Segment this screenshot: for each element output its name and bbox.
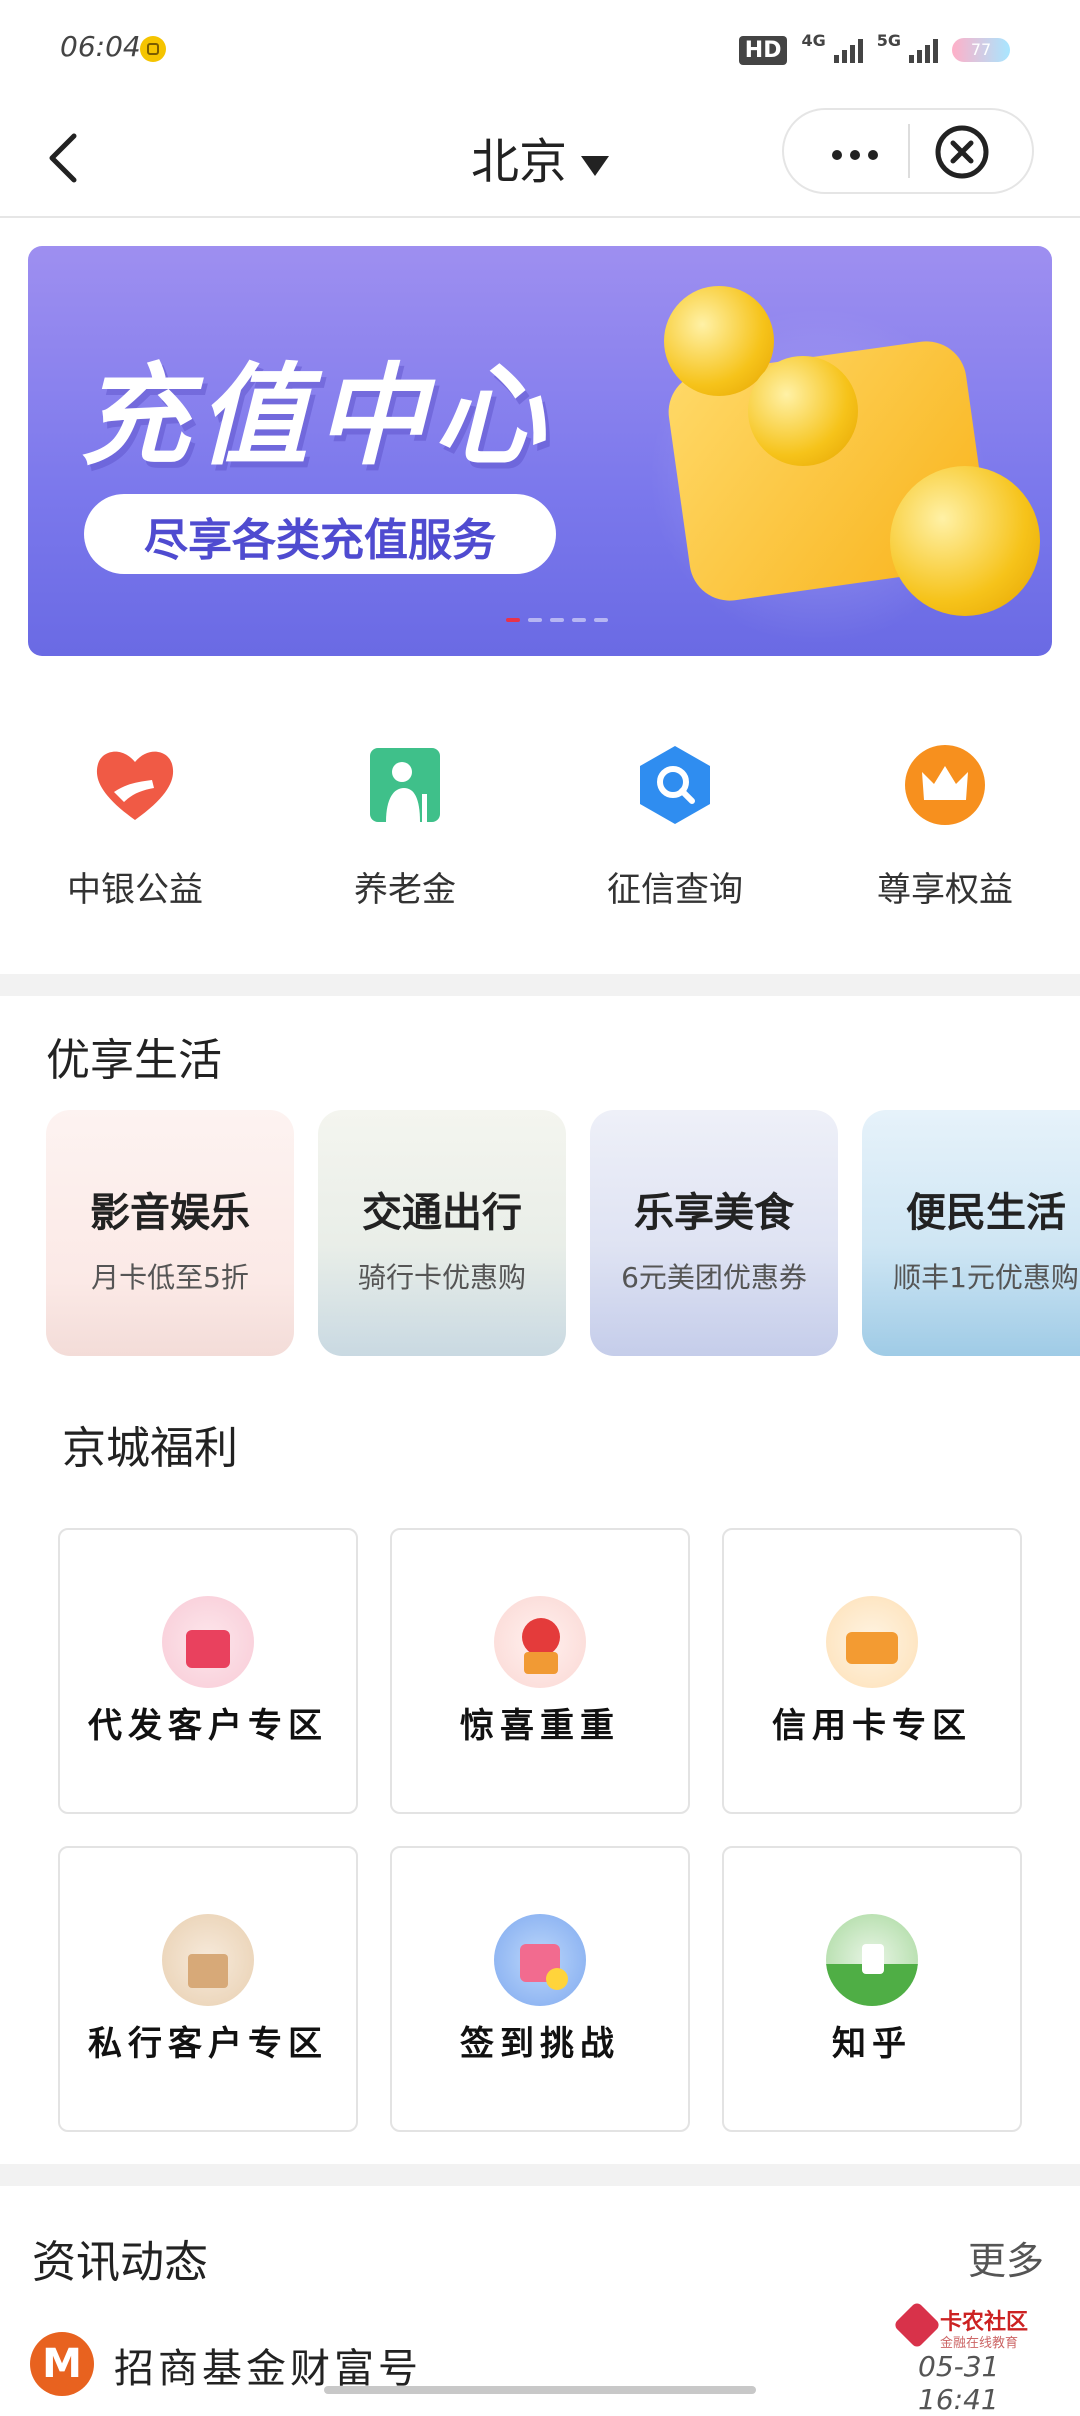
welfare-label: 惊喜重重 <box>460 1706 620 1746</box>
pager-dot <box>572 618 586 622</box>
hd-voice-icon: HD <box>738 35 788 65</box>
mini-program-capsule <box>782 108 1034 194</box>
battery-icon: 77 <box>952 38 1010 62</box>
welfare-label: 代发客户专区 <box>88 1706 328 1746</box>
magnifier-hexagon-icon <box>640 746 710 824</box>
life-card-name: 便民生活 <box>906 1190 1066 1236</box>
cmb-fund-logo: M <box>30 2332 94 2396</box>
gift-box-icon <box>162 1914 254 2006</box>
pager-dot <box>528 618 542 622</box>
shortcut-credit-check[interactable]: 征信查询 <box>540 740 810 940</box>
section-divider <box>0 974 1080 996</box>
life-card-name: 影音娱乐 <box>90 1190 250 1236</box>
heart-hand-icon <box>96 751 174 820</box>
life-card-entertainment[interactable]: 影音娱乐 月卡低至5折 <box>46 1110 294 1356</box>
life-card-transport[interactable]: 交通出行 骑行卡优惠购 <box>318 1110 566 1356</box>
life-card-food[interactable]: 乐享美食 6元美团优惠券 <box>590 1110 838 1356</box>
coin-illustration <box>890 466 1040 616</box>
shortcut-pension[interactable]: 养老金 <box>270 740 540 940</box>
more-icon[interactable] <box>832 150 878 160</box>
banner-pager <box>506 618 608 622</box>
shortcut-label: 养老金 <box>354 870 456 910</box>
calendar-checkin-icon <box>494 1914 586 2006</box>
life-card-desc: 骑行卡优惠购 <box>357 1261 526 1294</box>
status-bar: 06:04 HD 4G 5G 77 <box>0 0 1080 100</box>
watermark-logo-icon <box>892 2300 942 2350</box>
signal-4g-icon <box>833 37 863 63</box>
news-section-title: 资讯动态 <box>32 2237 208 2288</box>
gift-balloon-icon <box>494 1596 586 1688</box>
elder-person-icon <box>370 748 440 822</box>
crown-icon <box>905 745 985 825</box>
news-more-link[interactable]: 更多 <box>968 2230 1044 2285</box>
city-label: 北京 <box>470 134 567 190</box>
zhihu-card-icon <box>826 1914 918 2006</box>
section-divider <box>0 2164 1080 2186</box>
capsule-divider <box>908 124 910 178</box>
life-card-desc: 月卡低至5折 <box>91 1261 249 1294</box>
network-4g-label: 4G <box>801 30 826 50</box>
welfare-checkin-challenge[interactable]: 签到挑战 <box>390 1846 690 2132</box>
home-indicator[interactable] <box>324 2386 756 2394</box>
shortcut-premium-rights[interactable]: 尊享权益 <box>810 740 1080 940</box>
life-section-title: 优享生活 <box>46 1035 222 1086</box>
coin-illustration <box>748 356 858 466</box>
status-indicators: HD 4G 5G 77 <box>738 30 1010 70</box>
close-icon[interactable] <box>934 124 990 180</box>
chevron-down-icon <box>581 155 609 176</box>
pager-dot <box>550 618 564 622</box>
banner-title: 充值中心 <box>80 352 552 480</box>
welfare-surprise[interactable]: 惊喜重重 <box>390 1528 690 1814</box>
welfare-label: 知乎 <box>832 2024 912 2064</box>
welfare-zhihu[interactable]: 知乎 <box>722 1846 1022 2132</box>
welfare-label: 签到挑战 <box>460 2024 620 2064</box>
pager-dot-active <box>506 618 520 622</box>
welfare-label: 信用卡专区 <box>772 1706 972 1746</box>
banner-subtitle-pill: 尽享各类充值服务 <box>84 494 556 574</box>
network-5g-label: 5G <box>876 30 901 50</box>
shortcut-charity[interactable]: 中银公益 <box>0 740 270 940</box>
recharge-banner[interactable]: 充值中心 尽享各类充值服务 <box>28 246 1052 656</box>
notification-icon <box>140 36 166 62</box>
shortcut-label: 征信查询 <box>607 870 743 910</box>
life-card-convenience[interactable]: 便民生活 顺丰1元优惠购 <box>862 1110 1080 1356</box>
watermark-sub: 金融在线教育 <box>940 2336 1019 2351</box>
shortcut-label: 尊享权益 <box>877 870 1013 910</box>
life-card-name: 交通出行 <box>362 1190 522 1236</box>
welfare-credit-card[interactable]: 信用卡专区 <box>722 1528 1022 1814</box>
signal-5g-icon <box>909 37 938 63</box>
life-card-name: 乐享美食 <box>634 1190 794 1236</box>
welfare-payroll-customer[interactable]: 代发客户专区 <box>58 1528 358 1814</box>
welfare-private-banking[interactable]: 私行客户专区 <box>58 1846 358 2132</box>
life-card-desc: 顺丰1元优惠购 <box>893 1261 1079 1294</box>
credit-card-icon <box>826 1596 918 1688</box>
nav-bar: 北京 <box>0 100 1080 218</box>
watermark-time: 05-31 16:41 <box>918 2350 1000 2416</box>
banner-subtitle: 尽享各类充值服务 <box>144 515 496 566</box>
payroll-store-icon <box>162 1596 254 1688</box>
pager-dot <box>594 618 608 622</box>
welfare-label: 私行客户专区 <box>88 2024 328 2064</box>
life-card-desc: 6元美团优惠券 <box>621 1261 807 1294</box>
shortcut-label: 中银公益 <box>67 870 203 910</box>
welfare-section-title: 京城福利 <box>62 1423 238 1474</box>
status-time: 06:04 <box>60 30 141 63</box>
